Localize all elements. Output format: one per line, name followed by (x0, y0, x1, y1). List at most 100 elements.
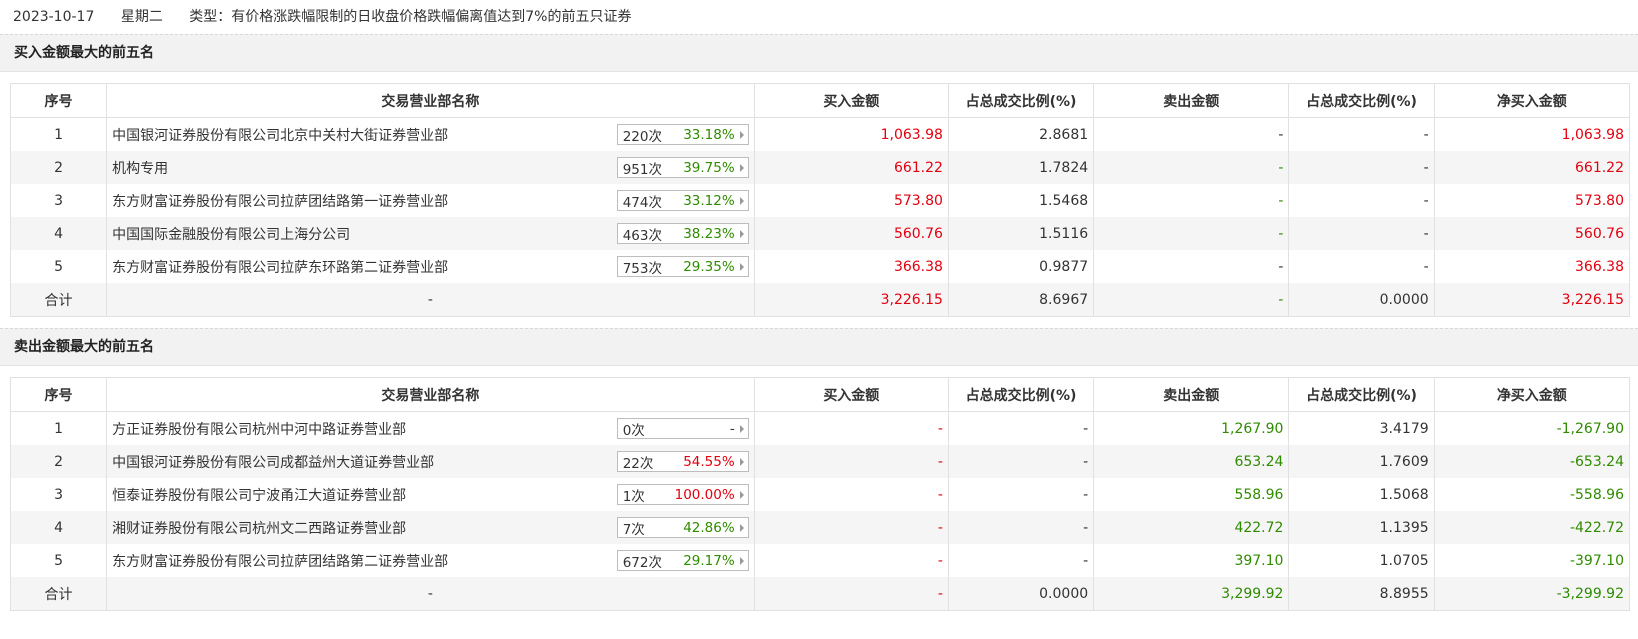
branch-stats-button[interactable]: 7次 42.86% (616, 517, 749, 538)
win-rate: 29.35% (683, 258, 735, 275)
branch-name: 恒泰证券股份有限公司宁波甬江大道证券营业部 (112, 487, 407, 504)
branch-wrap: 机构专用 951次 39.75% (112, 157, 749, 178)
total-sell-ratio: 8.8955 (1288, 577, 1435, 611)
branch-name: 湘财证券股份有限公司杭州文二西路证券营业部 (112, 520, 407, 537)
total-label: 合计 (9, 577, 108, 611)
branch-stats-button[interactable]: 220次 33.18% (616, 124, 749, 145)
branch-stats-button[interactable]: 753次 29.35% (616, 256, 749, 277)
branch-wrap: 湘财证券股份有限公司杭州文二西路证券营业部 7次 42.86% (112, 517, 749, 538)
row-number: 4 (9, 511, 108, 544)
total-row: 合计 - -0.0000 3,299.92 8.8955 -3,299.92 (9, 577, 1631, 611)
header-bar: 2023-10-17 星期二 类型：有价格涨跌幅限制的日收盘价格跌幅偏离值达到7… (0, 0, 1638, 34)
sell-amount: - (1093, 151, 1290, 184)
branch-cell: 中国银河证券股份有限公司成都益州大道证券营业部 22次 54.55% (106, 445, 755, 478)
table-header-row: 序号 交易营业部名称 买入金额 占总成交比例(%) 卖出金额 占总成交比例(%)… (9, 83, 1631, 118)
branch-stats-button[interactable]: 1次 100.00% (616, 484, 749, 505)
table-row: 2 机构专用 951次 39.75% 661.22 1.7824- -661.22 (9, 151, 1631, 184)
sell-amount: - (1093, 250, 1290, 283)
branch-wrap: 东方财富证券股份有限公司拉萨团结路第一证券营业部 474次 33.12% (112, 190, 749, 211)
branch-wrap: 中国国际金融股份有限公司上海分公司 463次 38.23% (112, 223, 749, 244)
sell-ratio: - (1288, 217, 1435, 250)
col-header-no: 序号 (9, 377, 108, 412)
table-row: 5 东方财富证券股份有限公司拉萨东环路第二证券营业部 753次 29.35% 366.3… (9, 250, 1631, 283)
col-header-buy-ratio: 占总成交比例(%) (947, 377, 1095, 412)
row-number: 1 (9, 411, 108, 445)
buy-ratio: - (947, 411, 1095, 445)
table-row: 4 湘财证券股份有限公司杭州文二西路证券营业部 7次 42.86% - -422.72 1.… (9, 511, 1631, 544)
buy-ratio: - (947, 445, 1095, 478)
buy-amount: - (753, 411, 949, 445)
net-buy-amount: -653.24 (1433, 445, 1631, 478)
listing-count: 22次 (622, 455, 654, 472)
branch-name: 方正证券股份有限公司杭州中河中路证券营业部 (112, 421, 407, 438)
row-number: 2 (9, 445, 108, 478)
chevron-right-icon (739, 424, 744, 433)
chevron-right-icon (739, 130, 744, 139)
net-buy-amount: 573.80 (1433, 184, 1631, 217)
net-buy-amount: -1,267.90 (1433, 411, 1631, 445)
buy-amount: - (753, 445, 949, 478)
net-buy-amount: 661.22 (1433, 151, 1631, 184)
sell-amount: 422.72 (1093, 511, 1290, 544)
buy-ratio: 1.5468 (947, 184, 1095, 217)
branch-name: 东方财富证券股份有限公司拉萨东环路第二证券营业部 (112, 259, 449, 276)
sell-ratio: 3.4179 (1288, 411, 1435, 445)
branch-cell: 中国国际金融股份有限公司上海分公司 463次 38.23% (106, 217, 755, 250)
buy-ratio: - (947, 511, 1095, 544)
sell-amount: 1,267.90 (1093, 411, 1290, 445)
sell-ratio: - (1288, 117, 1435, 151)
total-sell-amount: - (1093, 283, 1290, 317)
branch-stats-button[interactable]: 463次 38.23% (616, 223, 749, 244)
branch-cell: 恒泰证券股份有限公司宁波甬江大道证券营业部 1次 100.00% (106, 478, 755, 511)
buy-ratio: 2.8681 (947, 117, 1095, 151)
net-buy-amount: -558.96 (1433, 478, 1631, 511)
branch-stats-button[interactable]: 22次 54.55% (616, 451, 749, 472)
net-buy-amount: 1,063.98 (1433, 117, 1631, 151)
buy-amount: 1,063.98 (753, 117, 949, 151)
listing-count: 7次 (622, 521, 645, 538)
sell-ratio: 1.7609 (1288, 445, 1435, 478)
col-header-buy-amount: 买入金额 (753, 377, 949, 412)
table-row: 1 方正证券股份有限公司杭州中河中路证券营业部 0次 - - -1,267.90 3.417… (9, 411, 1631, 445)
list-type: 类型：有价格涨跌幅限制的日收盘价格跌幅偏离值达到7%的前五只证券 (189, 9, 632, 25)
win-rate: 29.17% (683, 552, 735, 569)
sell-ratio: 1.1395 (1288, 511, 1435, 544)
buy-section-title: 买入金额最大的前五名 (0, 34, 1638, 72)
row-number: 3 (9, 478, 108, 511)
branch-stats-button[interactable]: 672次 29.17% (616, 550, 749, 571)
branch-wrap: 方正证券股份有限公司杭州中河中路证券营业部 0次 - (112, 418, 749, 439)
branch-stats-button[interactable]: 0次 - (616, 418, 749, 439)
branch-name: 中国国际金融股份有限公司上海分公司 (112, 226, 351, 243)
buy-table-body: 1 中国银河证券股份有限公司北京中关村大街证券营业部 220次 33.18% 1,063… (9, 117, 1631, 317)
buy-top5-table: 序号 交易营业部名称 买入金额 占总成交比例(%) 卖出金额 占总成交比例(%)… (9, 83, 1631, 317)
sell-amount: 397.10 (1093, 544, 1290, 577)
listing-count: 753次 (622, 260, 662, 277)
chevron-right-icon (739, 163, 744, 172)
col-header-net-buy: 净买入金额 (1433, 83, 1631, 118)
sell-table-body: 1 方正证券股份有限公司杭州中河中路证券营业部 0次 - - -1,267.90 3.417… (9, 411, 1631, 611)
row-number: 5 (9, 250, 108, 283)
branch-cell: 湘财证券股份有限公司杭州文二西路证券营业部 7次 42.86% (106, 511, 755, 544)
listing-count: 463次 (622, 227, 662, 244)
branch-wrap: 东方财富证券股份有限公司拉萨东环路第二证券营业部 753次 29.35% (112, 256, 749, 277)
buy-amount: - (753, 511, 949, 544)
total-sell-amount: 3,299.92 (1093, 577, 1290, 611)
branch-wrap: 中国银河证券股份有限公司北京中关村大街证券营业部 220次 33.18% (112, 124, 749, 145)
col-header-sell-amount: 卖出金额 (1093, 377, 1290, 412)
weekday: 星期二 (120, 9, 163, 25)
branch-cell: 东方财富证券股份有限公司拉萨团结路第一证券营业部 474次 33.12% (106, 184, 755, 217)
listing-count: 951次 (622, 161, 662, 178)
buy-amount: - (753, 544, 949, 577)
total-branch: - (106, 283, 755, 317)
branch-wrap: 恒泰证券股份有限公司宁波甬江大道证券营业部 1次 100.00% (112, 484, 749, 505)
branch-name: 中国银河证券股份有限公司成都益州大道证券营业部 (112, 454, 435, 471)
col-header-no: 序号 (9, 83, 108, 118)
buy-ratio: 1.7824 (947, 151, 1095, 184)
total-sell-ratio: 0.0000 (1288, 283, 1435, 317)
buy-ratio: - (947, 478, 1095, 511)
branch-cell: 中国银河证券股份有限公司北京中关村大街证券营业部 220次 33.18% (106, 117, 755, 151)
branch-stats-button[interactable]: 951次 39.75% (616, 157, 749, 178)
branch-stats-button[interactable]: 474次 33.12% (616, 190, 749, 211)
table-row: 2 中国银河证券股份有限公司成都益州大道证券营业部 22次 54.55% - -653.2… (9, 445, 1631, 478)
table-row: 5 东方财富证券股份有限公司拉萨团结路第二证券营业部 672次 29.17% - -397… (9, 544, 1631, 577)
